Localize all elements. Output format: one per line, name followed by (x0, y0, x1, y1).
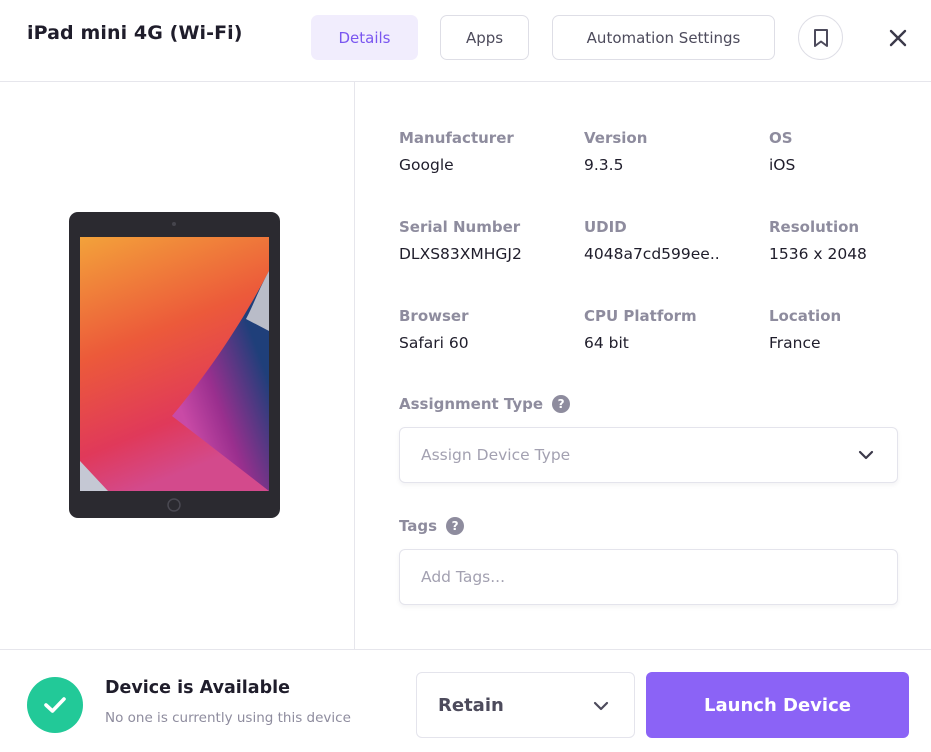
retain-label: Retain (438, 694, 504, 716)
bookmark-button[interactable] (798, 15, 843, 60)
spec-value: France (769, 334, 821, 352)
modal-header: iPad mini 4G (Wi-Fi) Details Apps Automa… (0, 0, 931, 82)
vertical-divider (354, 82, 355, 649)
spec-label: CPU Platform (584, 307, 697, 325)
help-icon[interactable]: ? (552, 395, 571, 413)
close-button[interactable] (884, 24, 912, 52)
spec-os: OS iOS (769, 129, 795, 174)
spec-value: 1536 x 2048 (769, 245, 867, 263)
spec-resolution: Resolution 1536 x 2048 (769, 218, 867, 263)
launch-device-button[interactable]: Launch Device (646, 672, 909, 738)
chevron-down-icon (858, 450, 874, 460)
spec-serial-number: Serial Number DLXS83XMHGJ2 (399, 218, 522, 263)
spec-value: Safari 60 (399, 334, 469, 352)
spec-value: 64 bit (584, 334, 629, 352)
tab-apps[interactable]: Apps (440, 15, 529, 60)
status-subtitle: No one is currently using this device (105, 710, 351, 726)
spec-label: Serial Number (399, 218, 521, 236)
tab-automation-settings[interactable]: Automation Settings (552, 15, 775, 60)
device-title: iPad mini 4G (Wi-Fi) (27, 22, 243, 44)
spec-label: Browser (399, 307, 469, 325)
available-status-indicator (27, 677, 83, 733)
chevron-down-icon (593, 701, 609, 711)
spec-value: DLXS83XMHGJ2 (399, 245, 522, 263)
tab-details[interactable]: Details (311, 15, 418, 60)
retain-dropdown[interactable]: Retain (416, 672, 635, 738)
tags-input[interactable]: Add Tags... (399, 549, 898, 605)
spec-manufacturer: Manufacturer Google (399, 129, 514, 174)
tablet-image (69, 212, 280, 518)
spec-cpu-platform: CPU Platform 64 bit (584, 307, 697, 352)
bookmark-icon (813, 28, 828, 47)
spec-value: iOS (769, 156, 796, 174)
spec-browser: Browser Safari 60 (399, 307, 469, 352)
tags-placeholder: Add Tags... (421, 568, 506, 586)
spec-value: 4048a7cd599ee.. (584, 245, 720, 263)
spec-udid: UDID 4048a7cd599ee.. (584, 218, 720, 263)
spec-label: Location (769, 307, 842, 325)
spec-location: Location France (769, 307, 841, 352)
tags-label-text: Tags (399, 517, 438, 535)
spec-label: Manufacturer (399, 129, 514, 147)
assign-device-type-placeholder: Assign Device Type (421, 446, 571, 464)
spec-value: Google (399, 156, 454, 174)
check-icon (44, 697, 66, 713)
spec-label: Version (584, 129, 648, 147)
spec-version: Version 9.3.5 (584, 129, 647, 174)
spec-value: 9.3.5 (584, 156, 624, 174)
assign-device-type-select[interactable]: Assign Device Type (399, 427, 898, 483)
spec-label: UDID (584, 218, 627, 236)
assignment-type-label: Assignment Type ? (399, 395, 571, 413)
tags-label: Tags ? (399, 517, 465, 535)
status-title: Device is Available (105, 678, 290, 698)
help-icon[interactable]: ? (446, 517, 465, 535)
assignment-type-label-text: Assignment Type (399, 395, 544, 413)
close-icon (889, 29, 907, 47)
spec-label: Resolution (769, 218, 860, 236)
spec-label: OS (769, 129, 793, 147)
